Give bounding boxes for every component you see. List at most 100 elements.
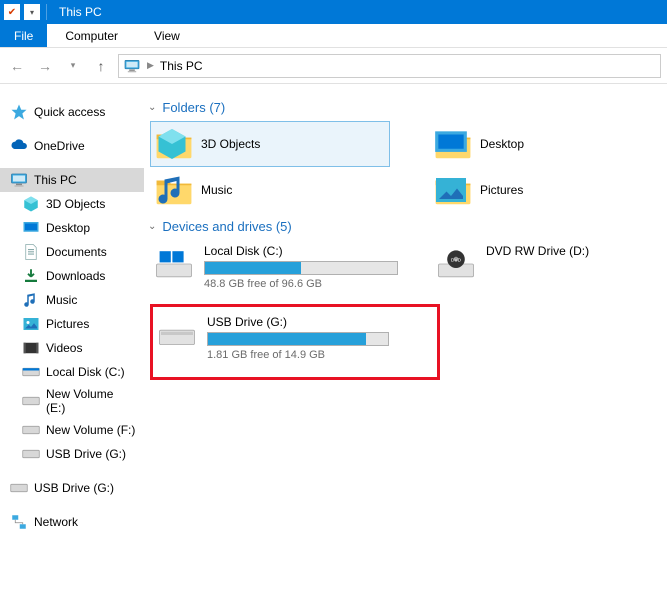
sidebar-label: Downloads bbox=[46, 269, 105, 283]
cloud-icon bbox=[10, 137, 28, 155]
cube-icon bbox=[22, 195, 40, 213]
sidebar-label: Network bbox=[34, 515, 78, 529]
folder-label: Desktop bbox=[480, 137, 524, 151]
folder-music[interactable]: Music bbox=[150, 167, 390, 213]
sidebar-label: Local Disk (C:) bbox=[46, 365, 125, 379]
drive-usb-g[interactable]: USB Drive (G:) 1.81 GB free of 14.9 GB bbox=[150, 304, 440, 380]
drive-dvd-rw-d[interactable]: DVD DVD RW Drive (D:) bbox=[432, 240, 632, 294]
separator bbox=[46, 4, 47, 20]
sidebar-item-onedrive[interactable]: OneDrive bbox=[0, 134, 144, 158]
drive-free-text: 1.81 GB free of 14.9 GB bbox=[207, 349, 389, 361]
sidebar-label: Documents bbox=[46, 245, 107, 259]
drive-label: DVD RW Drive (D:) bbox=[486, 244, 628, 258]
group-label: Devices and drives (5) bbox=[162, 219, 291, 234]
drive-icon bbox=[22, 421, 40, 439]
folder-icon bbox=[155, 126, 193, 162]
sidebar-label: USB Drive (G:) bbox=[46, 447, 126, 461]
capacity-bar bbox=[207, 332, 389, 346]
svg-text:DVD: DVD bbox=[451, 258, 462, 264]
back-button[interactable]: ← bbox=[6, 55, 28, 77]
ribbon: File Computer View bbox=[0, 24, 667, 48]
folder-label: Pictures bbox=[480, 183, 523, 197]
group-label: Folders (7) bbox=[162, 100, 225, 115]
drive-free-text: 48.8 GB free of 96.6 GB bbox=[204, 278, 398, 290]
up-button[interactable]: ↑ bbox=[90, 55, 112, 77]
forward-button[interactable]: → bbox=[34, 55, 56, 77]
sidebar-label: This PC bbox=[34, 173, 77, 187]
document-icon bbox=[22, 243, 40, 261]
folder-desktop[interactable]: Desktop bbox=[430, 121, 620, 167]
sidebar-label: Music bbox=[46, 293, 77, 307]
ribbon-file-tab[interactable]: File bbox=[0, 24, 47, 47]
qat-dropdown-icon[interactable]: ▾ bbox=[24, 4, 40, 20]
window-title: This PC bbox=[59, 5, 102, 19]
ribbon-tab-computer[interactable]: Computer bbox=[47, 24, 136, 47]
os-drive-icon bbox=[154, 244, 194, 284]
content-pane: ⌄ Folders (7) 3D Objects Desktop bbox=[144, 84, 667, 601]
folder-label: 3D Objects bbox=[201, 137, 260, 151]
group-header-drives[interactable]: ⌄ Devices and drives (5) bbox=[148, 219, 657, 234]
navigation-pane: Quick access OneDrive This PC 3D Objects… bbox=[0, 84, 144, 601]
sidebar-item-desktop[interactable]: Desktop bbox=[0, 216, 144, 240]
this-pc-icon bbox=[10, 171, 28, 189]
sidebar-item-music[interactable]: Music bbox=[0, 288, 144, 312]
sidebar-label: New Volume (E:) bbox=[46, 387, 136, 415]
navigation-bar: ← → ▾ ↑ ▶ This PC bbox=[0, 48, 667, 84]
chevron-down-icon: ⌄ bbox=[148, 102, 156, 113]
address-bar[interactable]: ▶ This PC bbox=[118, 54, 661, 78]
recent-dropdown-icon[interactable]: ▾ bbox=[62, 55, 84, 77]
usb-icon bbox=[10, 479, 28, 497]
sidebar-label: New Volume (F:) bbox=[46, 423, 135, 437]
sidebar-label: Pictures bbox=[46, 317, 89, 331]
folder-3d-objects[interactable]: 3D Objects bbox=[150, 121, 390, 167]
dvd-drive-icon: DVD bbox=[436, 244, 476, 284]
ribbon-tab-view[interactable]: View bbox=[136, 24, 198, 47]
folder-label: Music bbox=[201, 183, 232, 197]
drive-local-disk-c[interactable]: Local Disk (C:) 48.8 GB free of 96.6 GB bbox=[150, 240, 402, 294]
sidebar-item-this-pc[interactable]: This PC bbox=[0, 168, 144, 192]
desktop-icon bbox=[22, 219, 40, 237]
drive-label: Local Disk (C:) bbox=[204, 244, 398, 258]
video-icon bbox=[22, 339, 40, 357]
sidebar-item-usb-drive-g-a[interactable]: USB Drive (G:) bbox=[0, 442, 144, 466]
music-icon bbox=[22, 291, 40, 309]
breadcrumb-chevron-icon[interactable]: ▶ bbox=[147, 60, 154, 71]
picture-icon bbox=[22, 315, 40, 333]
sidebar-item-new-volume-e[interactable]: New Volume (E:) bbox=[0, 384, 144, 418]
sidebar-item-quick-access[interactable]: Quick access bbox=[0, 100, 144, 124]
network-icon bbox=[10, 513, 28, 531]
sidebar-item-usb-drive-g-b[interactable]: USB Drive (G:) bbox=[0, 476, 144, 500]
folder-icon bbox=[434, 126, 472, 162]
sidebar-item-documents[interactable]: Documents bbox=[0, 240, 144, 264]
sidebar-item-new-volume-f[interactable]: New Volume (F:) bbox=[0, 418, 144, 442]
folder-icon bbox=[155, 172, 193, 208]
drive-icon bbox=[22, 363, 40, 381]
star-icon bbox=[10, 103, 28, 121]
drives-grid: Local Disk (C:) 48.8 GB free of 96.6 GB … bbox=[150, 240, 657, 380]
sidebar-label: Quick access bbox=[34, 105, 105, 119]
usb-drive-icon bbox=[157, 315, 197, 355]
folder-icon bbox=[434, 172, 472, 208]
sidebar-label: USB Drive (G:) bbox=[34, 481, 114, 495]
sidebar-label: OneDrive bbox=[34, 139, 85, 153]
this-pc-icon bbox=[123, 58, 141, 74]
sidebar-item-network[interactable]: Network bbox=[0, 510, 144, 534]
title-bar: ✔ ▾ This PC bbox=[0, 0, 667, 24]
sidebar-item-3d-objects[interactable]: 3D Objects bbox=[0, 192, 144, 216]
group-header-folders[interactable]: ⌄ Folders (7) bbox=[148, 100, 657, 115]
sidebar-item-local-disk-c[interactable]: Local Disk (C:) bbox=[0, 360, 144, 384]
breadcrumb-location[interactable]: This PC bbox=[160, 59, 203, 73]
sidebar-label: Desktop bbox=[46, 221, 90, 235]
chevron-down-icon: ⌄ bbox=[148, 221, 156, 232]
sidebar-label: 3D Objects bbox=[46, 197, 105, 211]
qat-icon-1[interactable]: ✔ bbox=[4, 4, 20, 20]
sidebar-item-pictures[interactable]: Pictures bbox=[0, 312, 144, 336]
capacity-bar bbox=[204, 261, 398, 275]
folder-pictures[interactable]: Pictures bbox=[430, 167, 620, 213]
sidebar-label: Videos bbox=[46, 341, 82, 355]
drive-label: USB Drive (G:) bbox=[207, 315, 389, 329]
folders-grid: 3D Objects Desktop Music bbox=[150, 121, 657, 213]
sidebar-item-videos[interactable]: Videos bbox=[0, 336, 144, 360]
download-icon bbox=[22, 267, 40, 285]
sidebar-item-downloads[interactable]: Downloads bbox=[0, 264, 144, 288]
